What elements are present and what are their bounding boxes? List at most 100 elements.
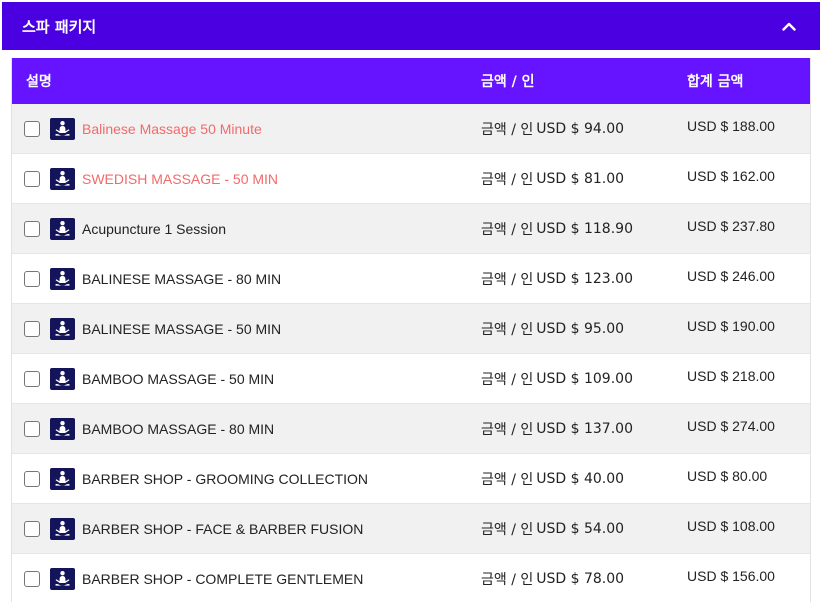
description-cell: Balinese Massage 50 Minute <box>12 104 470 153</box>
amount-cell: 금액 / 인 USD $ 40.00 <box>470 454 676 503</box>
table-row: BARBER SHOP - COMPLETE GENTLEMEN 금액 / 인 … <box>12 554 810 602</box>
amount-cell: 금액 / 인 USD $ 137.00 <box>470 404 676 453</box>
amount-label: 금액 / 인 <box>481 421 534 438</box>
table-body: Balinese Massage 50 Minute 금액 / 인 USD $ … <box>12 104 810 602</box>
amount-label: 금액 / 인 <box>481 221 534 238</box>
amount-value: USD $ 78.00 <box>536 570 625 587</box>
meditation-icon <box>50 317 75 340</box>
total-value: USD $ 188.00 <box>687 118 775 134</box>
amount-cell: 금액 / 인 USD $ 118.90 <box>470 204 676 253</box>
meditation-icon <box>50 117 75 140</box>
select-checkbox[interactable] <box>24 520 40 537</box>
amount-label: 금액 / 인 <box>481 321 534 338</box>
amount-label: 금액 / 인 <box>481 521 534 538</box>
panel-title: 스파 패키지 <box>22 17 97 36</box>
package-name: Balinese Massage 50 Minute <box>82 120 262 137</box>
package-name: BARBER SHOP - COMPLETE GENTLEMEN <box>82 570 364 587</box>
total-value: USD $ 190.00 <box>687 318 775 334</box>
description-cell: BARBER SHOP - COMPLETE GENTLEMEN <box>12 554 470 602</box>
package-name: BARBER SHOP - GROOMING COLLECTION <box>82 470 369 487</box>
total-cell: USD $ 218.00 <box>676 354 810 403</box>
select-checkbox[interactable] <box>24 420 40 437</box>
meditation-icon <box>50 467 75 490</box>
amount-value: USD $ 109.00 <box>536 370 633 387</box>
select-checkbox[interactable] <box>24 570 40 587</box>
table-row: BARBER SHOP - GROOMING COLLECTION 금액 / 인… <box>12 454 810 504</box>
amount-cell: 금액 / 인 USD $ 94.00 <box>470 104 676 153</box>
total-cell: USD $ 246.00 <box>676 254 810 303</box>
amount-value: USD $ 123.00 <box>536 270 633 287</box>
table-row: BAMBOO MASSAGE - 50 MIN 금액 / 인 USD $ 109… <box>12 354 810 404</box>
amount-label: 금액 / 인 <box>481 271 534 288</box>
select-checkbox[interactable] <box>24 220 40 237</box>
package-name: BAMBOO MASSAGE - 50 MIN <box>82 370 275 387</box>
amount-label: 금액 / 인 <box>481 121 534 138</box>
amount-label: 금액 / 인 <box>481 471 534 488</box>
package-name: BALINESE MASSAGE - 80 MIN <box>82 270 282 287</box>
total-value: USD $ 237.80 <box>687 218 775 234</box>
total-value: USD $ 162.00 <box>687 168 775 184</box>
amount-value: USD $ 95.00 <box>536 320 625 337</box>
select-checkbox[interactable] <box>24 170 40 187</box>
panel-header[interactable]: 스파 패키지 <box>2 2 820 50</box>
table-row: Acupuncture 1 Session 금액 / 인 USD $ 118.9… <box>12 204 810 254</box>
total-cell: USD $ 237.80 <box>676 204 810 253</box>
amount-cell: 금액 / 인 USD $ 123.00 <box>470 254 676 303</box>
amount-label: 금액 / 인 <box>481 571 534 588</box>
total-cell: USD $ 274.00 <box>676 404 810 453</box>
spa-package-table: 설명 금액 / 인 합계 금액 Balinese Massage 50 Minu… <box>11 58 811 602</box>
description-cell: SWEDISH MASSAGE - 50 MIN <box>12 154 470 203</box>
description-cell: Acupuncture 1 Session <box>12 204 470 253</box>
package-name: BAMBOO MASSAGE - 80 MIN <box>82 420 275 437</box>
table-row: Balinese Massage 50 Minute 금액 / 인 USD $ … <box>12 104 810 154</box>
package-name: SWEDISH MASSAGE - 50 MIN <box>82 170 279 187</box>
description-cell: BAMBOO MASSAGE - 80 MIN <box>12 404 470 453</box>
amount-cell: 금액 / 인 USD $ 81.00 <box>470 154 676 203</box>
amount-value: USD $ 137.00 <box>536 420 633 437</box>
total-cell: USD $ 188.00 <box>676 104 810 153</box>
total-value: USD $ 246.00 <box>687 268 775 284</box>
amount-cell: 금액 / 인 USD $ 95.00 <box>470 304 676 353</box>
select-checkbox[interactable] <box>24 470 40 487</box>
amount-value: USD $ 81.00 <box>536 170 625 187</box>
total-value: USD $ 80.00 <box>687 468 768 484</box>
description-cell: BAMBOO MASSAGE - 50 MIN <box>12 354 470 403</box>
meditation-icon <box>50 267 75 290</box>
meditation-icon <box>50 517 75 540</box>
total-cell: USD $ 80.00 <box>676 454 810 503</box>
column-header-total: 합계 금액 <box>687 74 744 90</box>
table-row: BALINESE MASSAGE - 50 MIN 금액 / 인 USD $ 9… <box>12 304 810 354</box>
select-checkbox[interactable] <box>24 370 40 387</box>
amount-value: USD $ 94.00 <box>536 120 625 137</box>
total-value: USD $ 156.00 <box>687 568 775 584</box>
meditation-icon <box>50 167 75 190</box>
total-cell: USD $ 162.00 <box>676 154 810 203</box>
select-checkbox[interactable] <box>24 120 40 137</box>
select-checkbox[interactable] <box>24 320 40 337</box>
total-cell: USD $ 108.00 <box>676 504 810 553</box>
package-name: BARBER SHOP - FACE & BARBER FUSION <box>82 520 364 537</box>
meditation-icon <box>50 417 75 440</box>
amount-value: USD $ 118.90 <box>536 220 633 237</box>
select-checkbox[interactable] <box>24 270 40 287</box>
description-cell: BARBER SHOP - FACE & BARBER FUSION <box>12 504 470 553</box>
meditation-icon <box>50 367 75 390</box>
description-cell: BARBER SHOP - GROOMING COLLECTION <box>12 454 470 503</box>
table-row: BARBER SHOP - FACE & BARBER FUSION 금액 / … <box>12 504 810 554</box>
package-name: Acupuncture 1 Session <box>82 220 226 237</box>
table-row: BAMBOO MASSAGE - 80 MIN 금액 / 인 USD $ 137… <box>12 404 810 454</box>
meditation-icon <box>50 567 75 590</box>
meditation-icon <box>50 217 75 240</box>
description-cell: BALINESE MASSAGE - 80 MIN <box>12 254 470 303</box>
column-header-description: 설명 <box>26 74 52 90</box>
total-cell: USD $ 156.00 <box>676 554 810 602</box>
amount-cell: 금액 / 인 USD $ 78.00 <box>470 554 676 602</box>
total-cell: USD $ 190.00 <box>676 304 810 353</box>
amount-value: USD $ 40.00 <box>536 470 625 487</box>
total-value: USD $ 218.00 <box>687 368 775 384</box>
amount-cell: 금액 / 인 USD $ 109.00 <box>470 354 676 403</box>
amount-value: USD $ 54.00 <box>536 520 625 537</box>
amount-label: 금액 / 인 <box>481 371 534 388</box>
column-header-amount: 금액 / 인 <box>481 74 535 90</box>
chevron-up-icon[interactable] <box>778 15 800 37</box>
